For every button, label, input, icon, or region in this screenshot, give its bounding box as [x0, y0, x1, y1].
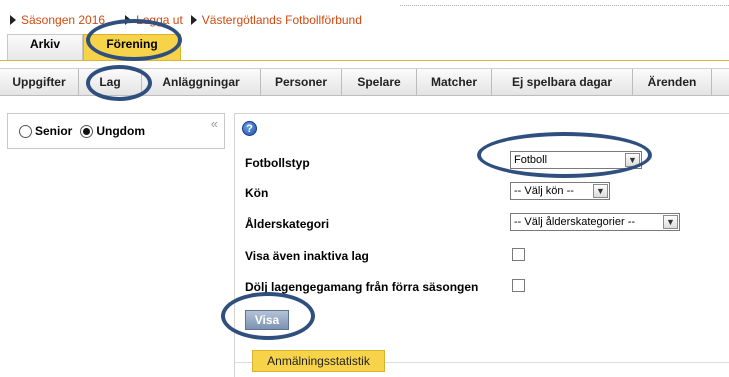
chevron-down-icon: ▼ — [593, 184, 608, 198]
arrow-right-icon — [190, 15, 197, 25]
top-links: Säsongen 2016 Logga ut Västergötlands Fo… — [10, 12, 362, 28]
filter-panel: Senior Ungdom « — [7, 113, 225, 149]
top-divider — [400, 5, 729, 7]
alderskategori-select[interactable]: -- Välj ålderskategorier -- ▼ — [510, 213, 680, 231]
arrow-right-icon — [10, 15, 16, 25]
subnav-ej-spelbara-dagar[interactable]: Ej spelbara dagar — [492, 69, 633, 95]
level-radio-group: Senior Ungdom — [19, 124, 145, 138]
inaktiva-lag-checkbox[interactable] — [512, 248, 525, 261]
ungdom-radio[interactable] — [80, 124, 94, 138]
chevron-down-icon: ▼ — [663, 215, 678, 229]
alderskategori-label: Ålderskategori — [245, 217, 330, 231]
subnav-matcher[interactable]: Matcher — [417, 69, 492, 95]
senior-label: Senior — [35, 124, 73, 138]
collapse-icon[interactable]: « — [211, 116, 218, 131]
inaktiva-lag-label: Visa även inaktiva lag — [245, 249, 369, 263]
kon-label: Kön — [245, 186, 269, 200]
logout-link[interactable]: Logga ut — [125, 13, 183, 27]
radio-selected-dot — [83, 127, 91, 135]
fotbollstyp-select[interactable]: Fotboll ▼ — [510, 151, 642, 169]
subnav-uppgifter[interactable]: Uppgifter — [0, 69, 79, 95]
ungdom-label: Ungdom — [96, 124, 145, 138]
fotbollstyp-label: Fotbollstyp — [245, 156, 310, 170]
subnav-anlaggningar[interactable]: Anläggningar — [142, 69, 261, 95]
dolj-engagemang-checkbox[interactable] — [512, 279, 525, 292]
season-link[interactable]: Säsongen 2016 — [10, 13, 105, 27]
tab-anmalningsstatistik[interactable]: Anmälningsstatistik — [252, 350, 385, 372]
search-panel — [234, 113, 729, 377]
senior-radio[interactable] — [19, 124, 32, 138]
tab-underline — [0, 60, 729, 61]
visa-button[interactable]: Visa — [245, 310, 289, 330]
subnav-arenden[interactable]: Ärenden — [633, 69, 712, 95]
district-link[interactable]: Västergötlands Fotbollförbund — [190, 13, 362, 27]
dolj-engagemang-label: Dölj lagengegamang från förra säsongen — [245, 280, 479, 294]
arrow-right-icon — [125, 15, 132, 25]
tab-forening[interactable]: Förening — [83, 34, 181, 60]
subnav-personer[interactable]: Personer — [261, 69, 342, 95]
kon-select[interactable]: -- Välj kön -- ▼ — [510, 182, 610, 200]
chevron-down-icon: ▼ — [625, 153, 640, 167]
sub-navigation: Uppgifter Lag Anläggningar Personer Spel… — [0, 68, 729, 96]
subnav-spelare[interactable]: Spelare — [342, 69, 417, 95]
main-tabs: Arkiv Förening — [7, 34, 181, 60]
subnav-lag[interactable]: Lag — [79, 69, 142, 95]
help-icon[interactable]: ? — [242, 121, 257, 136]
tab-arkiv[interactable]: Arkiv — [7, 34, 83, 60]
